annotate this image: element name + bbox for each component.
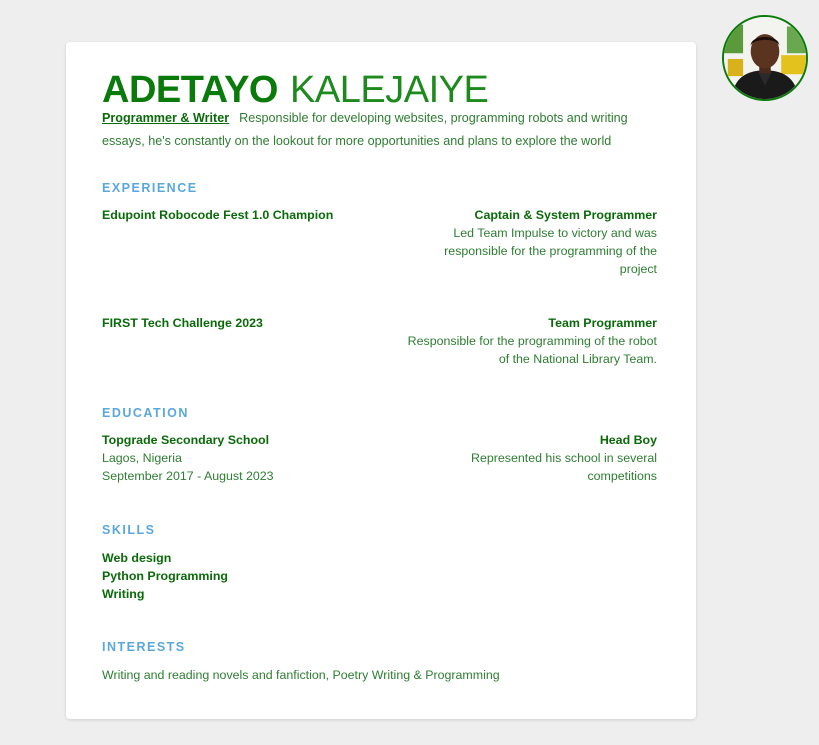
experience-description: Responsible for the programming of the r… bbox=[407, 334, 657, 366]
skill-item: Writing bbox=[102, 587, 145, 601]
experience-item-right: Captain & System Programmer Led Team Imp… bbox=[407, 206, 657, 278]
interests-text: Writing and reading novels and fanfictio… bbox=[102, 668, 500, 682]
skills-list: Web design Python Programming Writing bbox=[102, 549, 228, 603]
skill-item: Python Programming bbox=[102, 569, 228, 583]
school-location: Lagos, Nigeria bbox=[102, 451, 182, 465]
interests-heading: INTERESTS bbox=[102, 640, 186, 654]
education-description: Represented his school in several compet… bbox=[471, 451, 657, 483]
experience-name: Edupoint Robocode Fest 1.0 Champion bbox=[102, 208, 334, 222]
skill-item: Web design bbox=[102, 551, 172, 565]
experience-description: Led Team Impulse to victory and was resp… bbox=[444, 226, 657, 276]
experience-name: FIRST Tech Challenge 2023 bbox=[102, 316, 263, 330]
experience-role: Captain & System Programmer bbox=[474, 208, 657, 222]
education-heading: EDUCATION bbox=[102, 406, 189, 420]
first-name: ADETAYO bbox=[102, 69, 278, 111]
profile-photo bbox=[724, 17, 806, 99]
school-name: Topgrade Secondary School bbox=[102, 433, 270, 447]
education-item-right: Head Boy Represented his school in sever… bbox=[407, 431, 657, 485]
school-dates: September 2017 - August 2023 bbox=[102, 469, 274, 483]
experience-item-left: Edupoint Robocode Fest 1.0 Champion bbox=[102, 206, 392, 224]
experience-item-right: Team Programmer Responsible for the prog… bbox=[407, 314, 657, 368]
experience-heading: EXPERIENCE bbox=[102, 181, 198, 195]
skills-heading: SKILLS bbox=[102, 523, 156, 537]
education-item-left: Topgrade Secondary School Lagos, Nigeria… bbox=[102, 431, 392, 485]
resume-card: ADETAYO KALEJAIYE Programmer & Writer Res… bbox=[66, 42, 696, 719]
profile-summary: Programmer & Writer Responsible for devel… bbox=[102, 107, 666, 153]
education-role: Head Boy bbox=[599, 433, 657, 447]
role-link[interactable]: Programmer & Writer bbox=[102, 111, 229, 125]
experience-item-left: FIRST Tech Challenge 2023 bbox=[102, 314, 392, 332]
experience-role: Team Programmer bbox=[548, 316, 657, 330]
profile-avatar bbox=[722, 15, 808, 101]
last-name: KALEJAIYE bbox=[290, 69, 489, 111]
candidate-name: ADETAYO KALEJAIYE bbox=[102, 68, 489, 112]
